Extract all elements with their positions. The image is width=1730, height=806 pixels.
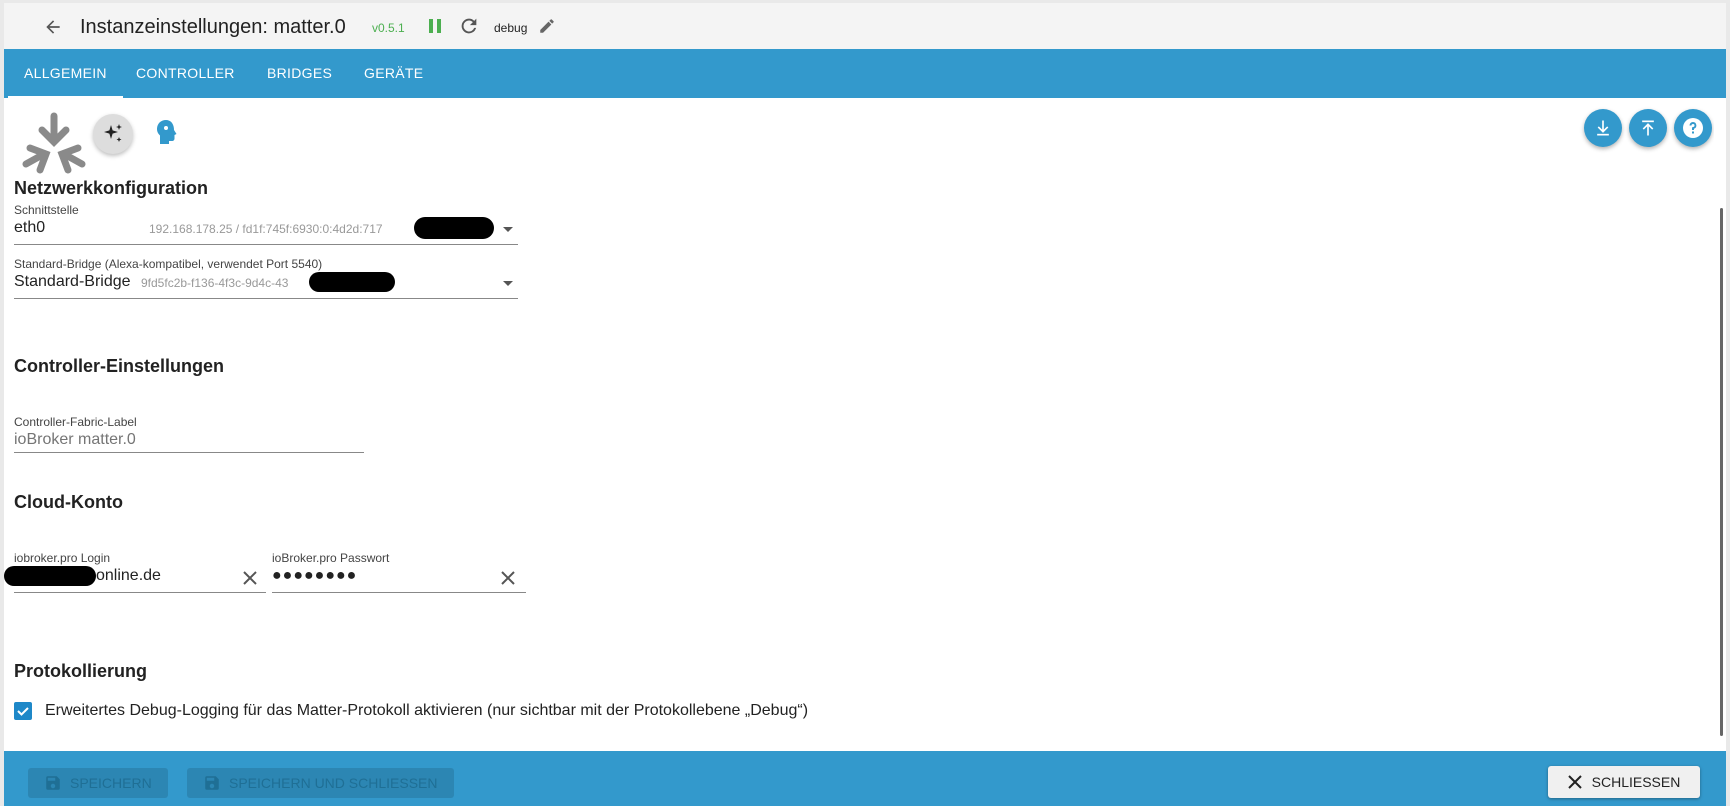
close-button[interactable]: SCHLIESSEN — [1548, 766, 1700, 798]
scrollbar-thumb[interactable] — [1720, 208, 1723, 736]
close-button-label: SCHLIESSEN — [1591, 774, 1681, 790]
tab-geraete[interactable]: GERÄTE — [348, 49, 439, 98]
footer-bar: SPEICHERN SPEICHERN UND SCHLIESSEN SCHLI… — [4, 751, 1726, 806]
login-field[interactable]: online.de — [4, 564, 266, 590]
login-underline — [14, 592, 266, 593]
floppy-disk-icon — [46, 776, 60, 790]
sparkles-icon — [104, 124, 122, 142]
login-label: iobroker.pro Login — [14, 551, 111, 565]
password-underline — [272, 592, 526, 593]
back-button[interactable] — [40, 14, 66, 40]
interface-underline — [14, 244, 518, 245]
bridge-select[interactable]: Standard-Bridge 9fd5fc2b-f136-4f3c-9d4c-… — [14, 270, 516, 296]
close-icon — [1567, 775, 1582, 789]
save-and-close-button[interactable]: SPEICHERN UND SCHLIESSEN — [187, 768, 454, 798]
matter-logo — [22, 112, 86, 174]
page-title: Instanzeinstellungen: matter.0 — [80, 16, 346, 38]
reload-icon[interactable] — [458, 15, 480, 42]
cloud-section-title: Cloud-Konto — [14, 492, 123, 512]
save-and-close-label: SPEICHERN UND SCHLIESSEN — [229, 775, 438, 791]
magic-wizard-button[interactable] — [93, 114, 133, 154]
password-field[interactable]: ●●●●●●●● — [272, 567, 357, 585]
tab-allgemein[interactable]: ALLGEMEIN — [8, 49, 123, 98]
redaction-mark — [4, 566, 96, 586]
bridge-underline — [14, 298, 518, 299]
bridge-value: Standard-Bridge — [14, 273, 131, 290]
save-button[interactable]: SPEICHERN — [28, 768, 168, 798]
redaction-mark — [414, 217, 494, 239]
debug-logging-label: Erweitertes Debug-Logging für das Matter… — [45, 702, 809, 719]
download-button[interactable] — [1584, 109, 1622, 147]
login-value: online.de — [96, 567, 161, 584]
save-button-label: SPEICHERN — [70, 775, 152, 791]
bridge-label: Standard-Bridge (Alexa-kompatibel, verwe… — [14, 257, 323, 271]
interface-value: eth0 — [14, 219, 46, 236]
version-badge: v0.5.1 — [372, 21, 405, 35]
upload-button[interactable] — [1629, 109, 1667, 147]
settings-dialog: Instanzeinstellungen: matter.0 v0.5.1 de… — [4, 3, 1726, 806]
header-bar: Instanzeinstellungen: matter.0 v0.5.1 de… — [4, 3, 1726, 49]
help-icon — [1683, 118, 1703, 138]
check-icon — [17, 707, 29, 716]
logging-section-title: Protokollierung — [14, 661, 148, 681]
debug-logging-checkbox[interactable] — [14, 702, 32, 720]
interface-detail: 192.168.178.25 / fd1f:745f:6930:0:4d2d:7… — [149, 222, 383, 236]
tab-controller[interactable]: CONTROLLER — [120, 49, 251, 98]
bridge-detail: 9fd5fc2b-f136-4f3c-9d4c-43 — [141, 276, 289, 290]
fabric-label-label: Controller-Fabric-Label — [14, 415, 137, 429]
dropdown-caret-icon — [503, 227, 513, 232]
network-section-title: Netzwerkkonfiguration — [14, 178, 209, 198]
redaction-mark — [309, 272, 395, 292]
tab-bar: ALLGEMEIN CONTROLLER BRIDGES GERÄTE — [4, 49, 1726, 98]
interface-select[interactable]: eth0 192.168.178.25 / fd1f:745f:6930:0:4… — [14, 216, 516, 242]
edit-icon[interactable] — [538, 17, 556, 40]
tab-bridges[interactable]: BRIDGES — [251, 49, 348, 98]
floppy-disk-icon — [205, 776, 219, 790]
log-level-label: debug — [494, 21, 528, 35]
download-icon — [1597, 120, 1609, 136]
scrollbar[interactable] — [1714, 98, 1726, 750]
controller-section-title: Controller-Einstellungen — [14, 356, 225, 376]
fabric-label-input[interactable] — [14, 428, 364, 453]
arrow-left-icon — [46, 20, 60, 34]
help-button[interactable] — [1674, 109, 1712, 147]
clear-password-icon[interactable] — [501, 571, 515, 585]
interface-label: Schnittstelle — [14, 203, 79, 217]
general-tab-content: Netzwerkkonfiguration Schnittstelle eth0… — [4, 98, 1714, 750]
upload-icon — [1642, 120, 1654, 136]
clear-login-icon[interactable] — [243, 571, 257, 585]
password-label: ioBroker.pro Passwort — [272, 551, 390, 565]
pause-icon[interactable] — [428, 18, 442, 39]
dropdown-caret-icon — [503, 281, 513, 286]
head-ai-icon[interactable] — [155, 119, 177, 145]
